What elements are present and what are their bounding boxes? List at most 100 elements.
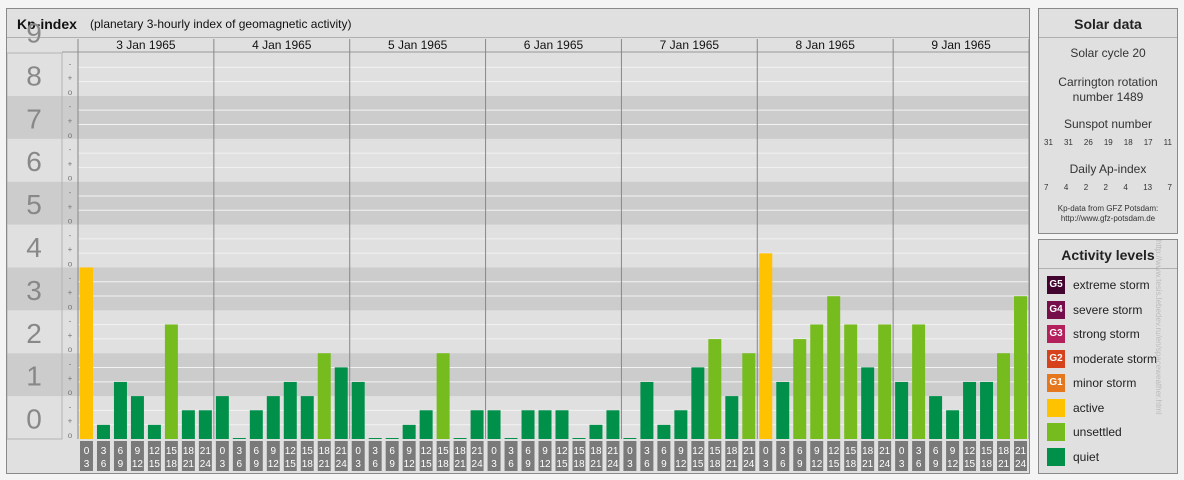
kp-bar [487, 410, 501, 439]
hour-label-end: 21 [998, 459, 1010, 470]
y-subtick-label: - [69, 145, 72, 154]
solar-cycle: Solar cycle 20 [1070, 46, 1146, 60]
kp-bar [300, 396, 314, 439]
hour-label-end: 9 [797, 459, 803, 470]
grid-band [7, 224, 1029, 268]
data-source-link[interactable]: http://www.gfz-potsdam.de [1039, 214, 1177, 224]
kp-bar [589, 424, 603, 439]
y-subtick-label: + [68, 374, 73, 383]
hour-label-start: 3 [101, 446, 107, 457]
kp-bar [521, 410, 535, 439]
hour-label-end: 21 [319, 459, 331, 470]
hour-label-end: 21 [455, 459, 467, 470]
kp-bar [1014, 296, 1027, 439]
legend-swatch: G1 [1047, 374, 1065, 392]
hour-label-start: 9 [950, 446, 956, 457]
grid-band [7, 95, 1029, 139]
hour-label-end: 15 [556, 459, 568, 470]
kp-bar [997, 353, 1011, 439]
grid-band [7, 181, 1029, 225]
kp-bar [912, 324, 926, 439]
y-tick-label: 2 [26, 318, 42, 349]
kp-bar [538, 410, 552, 439]
hour-label-end: 3 [220, 459, 226, 470]
legend-label: strong storm [1073, 327, 1140, 341]
day-label: 6 Jan 1965 [524, 38, 584, 52]
hour-label-start: 3 [644, 446, 650, 457]
credit-link[interactable]: http://www.tesis.lebedev.ru/en/spaceweat… [1149, 240, 1163, 480]
hour-label-start: 9 [135, 446, 141, 457]
day-label: 4 Jan 1965 [252, 38, 312, 52]
hour-label-start: 9 [542, 446, 548, 457]
hour-label-start: 12 [828, 446, 840, 457]
hour-label-start: 12 [964, 446, 976, 457]
hour-label-start: 15 [438, 446, 450, 457]
kp-bar [674, 410, 688, 439]
hour-label-end: 15 [828, 459, 840, 470]
hour-label-start: 6 [797, 446, 803, 457]
hour-label-end: 18 [981, 459, 993, 470]
carrington-rotation: Carrington rotation [1058, 75, 1158, 89]
kp-bar [283, 381, 297, 439]
kp-bar [198, 410, 212, 439]
legend-swatch [1047, 447, 1065, 466]
kp-bar [317, 353, 331, 439]
y-subtick-label: + [68, 159, 73, 168]
hour-label-end: 18 [573, 459, 585, 470]
hour-label-end: 24 [336, 459, 348, 470]
hour-label-end: 15 [149, 459, 161, 470]
hour-label-end: 6 [101, 459, 107, 470]
hour-label-start: 6 [254, 446, 260, 457]
hour-label-start: 21 [1015, 446, 1027, 457]
kp-bar [844, 324, 858, 439]
hour-label-end: 9 [525, 459, 531, 470]
hour-label-end: 15 [692, 459, 704, 470]
hour-label-start: 15 [981, 446, 993, 457]
hour-label-start: 3 [508, 446, 514, 457]
kp-bar [470, 410, 484, 439]
kp-bar [929, 396, 943, 439]
hour-label-start: 0 [220, 446, 226, 457]
kp-bar [164, 324, 178, 439]
y-subtick-label: + [68, 417, 73, 426]
legend-label: active [1073, 400, 1105, 415]
y-subtick-label: o [68, 345, 73, 354]
day-label: 9 Jan 1965 [931, 38, 991, 52]
ap-value: 4 [1123, 183, 1128, 192]
hour-label-start: 6 [933, 446, 939, 457]
kp-bar [691, 367, 705, 439]
hour-label-start: 12 [556, 446, 568, 457]
y-subtick-label: - [69, 188, 72, 197]
solar-data-title: Solar data [1039, 9, 1177, 38]
carrington-number: number 1489 [1072, 90, 1144, 104]
hour-label-end: 21 [183, 459, 195, 470]
legend-label: unsettled [1073, 425, 1122, 439]
hour-label-end: 18 [166, 459, 178, 470]
hour-label-end: 6 [644, 459, 650, 470]
hour-label-start: 21 [607, 446, 619, 457]
hour-label-start: 6 [661, 446, 667, 457]
sunspot-value: 19 [1103, 138, 1113, 147]
hour-label-end: 12 [539, 459, 551, 470]
y-tick-label: 1 [26, 361, 42, 392]
day-label: 3 Jan 1965 [116, 38, 176, 52]
kp-bar [113, 381, 127, 439]
kp-bar [436, 353, 450, 439]
kp-bar [249, 410, 263, 439]
hour-label-end: 21 [590, 459, 602, 470]
hour-label-start: 3 [237, 446, 243, 457]
hour-label-end: 9 [254, 459, 260, 470]
hour-label-end: 24 [743, 459, 755, 470]
hour-label-end: 6 [372, 459, 378, 470]
hour-label-end: 21 [726, 459, 738, 470]
hour-label-end: 6 [916, 459, 922, 470]
kp-bar [80, 267, 93, 439]
ap-value: 7 [1044, 183, 1049, 192]
hour-label-end: 18 [438, 459, 450, 470]
hour-label-start: 9 [814, 446, 820, 457]
y-subtick-label: o [68, 131, 73, 140]
hour-label-end: 21 [862, 459, 874, 470]
hour-label-end: 3 [491, 459, 497, 470]
sunspot-title: Sunspot number [1063, 117, 1153, 131]
hour-label-start: 21 [200, 446, 212, 457]
